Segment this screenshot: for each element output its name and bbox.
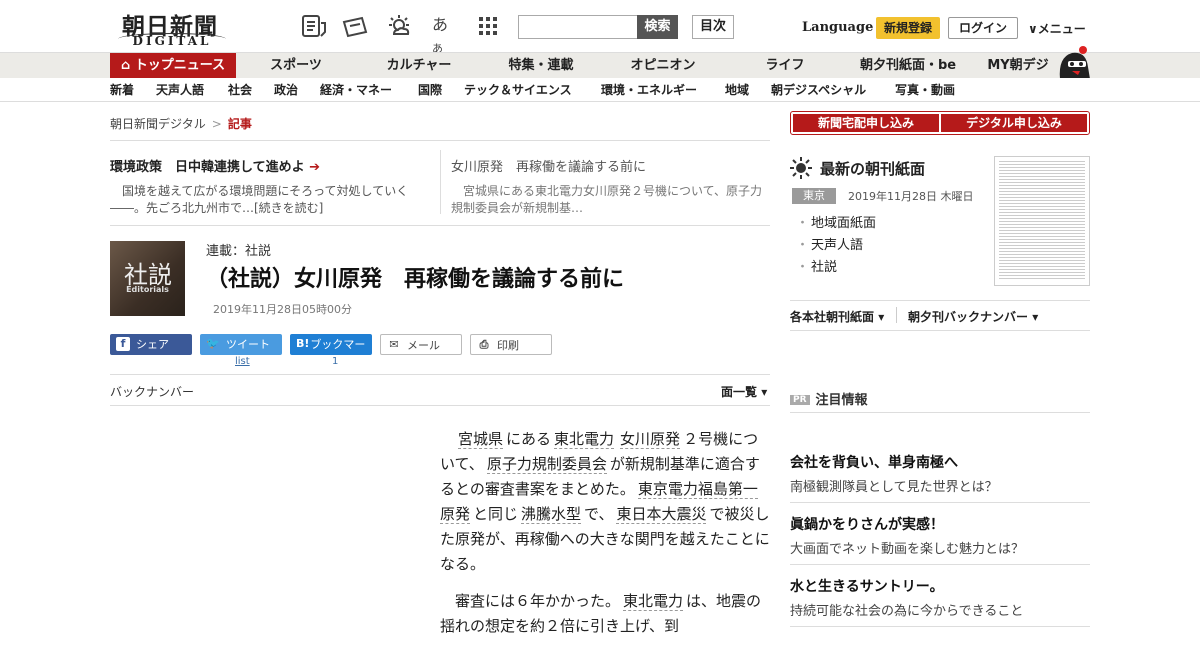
ad-item[interactable]: 眞鍋かをりさんが実感！ 大画面でネット動画を楽しむ魅力とは？	[790, 514, 1090, 557]
breadcrumb-current: 記事	[227, 117, 252, 131]
location-badge: 東京	[792, 188, 836, 204]
main-nav: ⌂ トップニュース スポーツ カルチャー 特集・連載 オピニオン ライフ 朝夕刊…	[0, 46, 1200, 79]
font-size-icon[interactable]: ああ	[432, 14, 458, 55]
newspaper-thumbnail[interactable]	[994, 156, 1090, 286]
keyword-link[interactable]: 女川原発	[620, 430, 681, 449]
paper-date: 2019年11月28日 木曜日	[848, 190, 974, 203]
list-all-dropdown[interactable]: 面一覧 ▾	[721, 383, 767, 400]
keyword-link[interactable]: 原子力規制委員会	[486, 455, 607, 474]
twitter-icon: 🐦	[206, 337, 220, 350]
subnav-tech-science[interactable]: テック＆サイエンス	[464, 78, 572, 102]
logo-en: DIGITAL	[132, 34, 212, 48]
nav-life[interactable]: ライフ	[756, 53, 814, 79]
article-date: 2019年11月28日05時00分	[213, 303, 352, 316]
subnav-photo-video[interactable]: 写真・動画	[895, 78, 955, 102]
nav-top-news[interactable]: ⌂ トップニュース	[110, 53, 236, 79]
backnumber-dropdown[interactable]: 朝夕刊バックナンバー ▾	[908, 308, 1038, 325]
caret-down-icon: ▾	[1032, 310, 1039, 324]
printer-icon: ⎙	[479, 338, 489, 351]
ad-item[interactable]: 水と生きるサントリー。 持続可能な社会の為に今からできること	[790, 576, 1090, 619]
caret-down-icon: ▾	[878, 310, 885, 324]
mail-icon: ✉	[389, 338, 399, 351]
facebook-icon: f	[116, 337, 130, 351]
search-button[interactable]: 検索	[637, 15, 678, 39]
subnav-economy[interactable]: 経済・マネー	[320, 78, 392, 102]
digital-subscribe-button[interactable]: デジタル申し込み	[941, 114, 1087, 132]
weather-icon[interactable]	[386, 14, 412, 38]
nav-sports[interactable]: スポーツ	[260, 53, 332, 79]
login-button[interactable]: ログイン	[948, 17, 1018, 39]
breadcrumb: 朝日新聞デジタル > 記事	[110, 117, 252, 131]
twitter-count[interactable]: list	[235, 356, 250, 367]
search-input[interactable]	[518, 15, 637, 39]
mail-button[interactable]: ✉ メール	[380, 334, 462, 355]
hatena-count[interactable]: 1	[332, 356, 338, 367]
keyword-link[interactable]: 東北電力	[623, 592, 684, 611]
list-item[interactable]: 天声人語	[796, 235, 876, 257]
arrow-right-icon: ➔	[304, 160, 321, 175]
breadcrumb-home[interactable]: 朝日新聞デジタル	[110, 117, 206, 131]
nav-culture[interactable]: カルチャー	[378, 53, 460, 79]
article-body: 宮城県 にある 東北電力 女川原発 ２号機について、 原子力規制委員会 が新規制基準に適合す…	[440, 427, 770, 651]
subnav-special[interactable]: 朝デジスペシャル	[771, 78, 866, 102]
backnumber-label: バックナンバー	[110, 385, 195, 399]
print-button[interactable]: ⎙ 印刷	[470, 334, 552, 355]
sun-icon	[790, 157, 812, 179]
toc-button[interactable]: 目次	[692, 15, 734, 39]
paragraph: 宮城県 にある 東北電力 女川原発 ２号機について、 原子力規制委員会 が新規制基準に適合す…	[440, 430, 770, 573]
mascot-icon[interactable]	[1056, 45, 1092, 79]
keyword-link[interactable]: 沸騰水型	[521, 505, 582, 524]
keyword-link[interactable]: 東北電力	[554, 430, 615, 449]
paper-title[interactable]: 最新の朝刊紙面	[820, 158, 925, 179]
subnav-society[interactable]: 社会	[228, 78, 252, 102]
subnav-international[interactable]: 国際	[418, 78, 442, 102]
pick-item[interactable]: 女川原発 再稼働を議論する前に 宮城県にある東北電力女川原発２号機について、原子…	[451, 156, 767, 217]
paper-links: 地域面紙面 天声人語 社説	[796, 213, 876, 279]
menu-button[interactable]: ∨メニュー	[1028, 20, 1086, 37]
subnav-environment[interactable]: 環境・エネルギー	[601, 78, 697, 102]
pick-item[interactable]: 環境政策 日中韓連携して進めよ ➔ 国境を越えて広がる環境問題にそろって対処して…	[110, 156, 410, 217]
nav-opinion[interactable]: オピニオン	[622, 53, 704, 79]
nav-features[interactable]: 特集・連載	[500, 53, 582, 79]
nav-papers[interactable]: 朝夕刊紙面・be	[858, 53, 958, 79]
article-headline: （社説）女川原発 再稼働を議論する前に	[206, 267, 625, 292]
pr-tag: PR	[790, 395, 810, 405]
subscribe-buttons: 新聞宅配申し込み デジタル申し込み	[790, 111, 1090, 135]
register-button[interactable]: 新規登録	[876, 17, 940, 39]
site-header: 朝日新聞 DIGITAL ああ 検索 目次 Language 新規登録 ログイン…	[0, 0, 1200, 55]
hatena-bookmark-button[interactable]: B!ブックマーク	[290, 334, 372, 372]
facebook-share-button[interactable]: f シェア	[110, 334, 192, 355]
hatena-icon: B!	[296, 337, 310, 350]
grid-apps-icon[interactable]	[478, 16, 498, 36]
keyword-link[interactable]: 宮城県	[458, 430, 504, 449]
regional-papers-dropdown[interactable]: 各本社朝刊紙面 ▾	[790, 308, 884, 325]
series-label[interactable]: 連載：社説	[206, 240, 271, 259]
list-item[interactable]: 地域面紙面	[796, 213, 876, 235]
pr-heading: PR 注目情報	[790, 389, 868, 408]
list-item[interactable]: 社説	[796, 257, 876, 279]
newspaper-icon[interactable]	[301, 14, 327, 38]
home-icon: ⌂	[120, 58, 135, 73]
home-delivery-button[interactable]: 新聞宅配申し込み	[793, 114, 939, 132]
subnav-region[interactable]: 地域	[725, 78, 749, 102]
subnav-politics[interactable]: 政治	[274, 78, 298, 102]
keyword-link[interactable]: 東日本大震災	[616, 505, 707, 524]
subnav-latest[interactable]: 新着	[110, 78, 134, 102]
sub-nav: 新着 天声人語 社会 政治 経済・マネー 国際 テック＆サイエンス 環境・エネル…	[0, 78, 1200, 102]
editorial-thumbnail: 社説 Editorials	[110, 241, 185, 316]
asahi-digital-logo[interactable]: 朝日新聞 DIGITAL	[114, 7, 230, 48]
coupon-icon[interactable]	[342, 14, 368, 38]
language-link[interactable]: Language	[802, 20, 873, 35]
paragraph: 審査には６年かかった。 東北電力 は、地震の揺れの想定を約２倍に引き上げ、到	[440, 592, 762, 635]
ad-item[interactable]: 会社を背負い、単身南極へ 南極観測隊員として見た世界とは？	[790, 452, 1090, 495]
nav-my-asadigi[interactable]: MY朝デジ	[982, 53, 1054, 79]
caret-down-icon: ▾	[761, 385, 768, 399]
subnav-tenseijingo[interactable]: 天声人語	[156, 78, 204, 102]
twitter-tweet-button[interactable]: 🐦 ツイート	[200, 334, 282, 355]
